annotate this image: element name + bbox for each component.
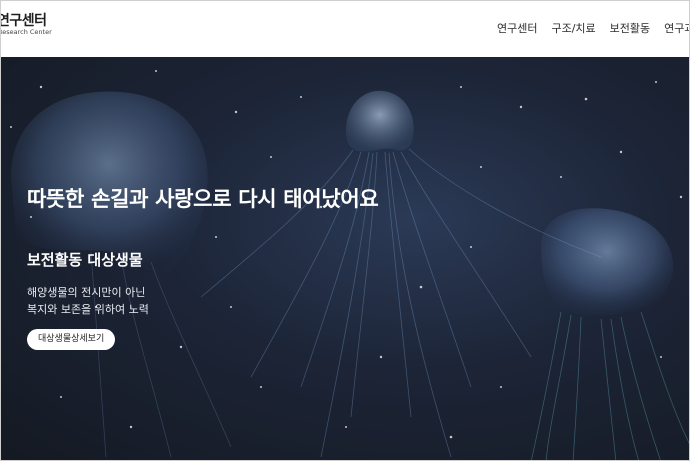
page-frame: 연구센터 Research Center 연구센터 구조/치료 보전활동 연구과… [0,0,690,461]
view-species-details-button[interactable]: 대상생물상세보기 [27,329,116,350]
main-nav: 연구센터 구조/치료 보전활동 연구과제 [497,20,689,36]
nav-item-research-center[interactable]: 연구센터 [497,20,537,36]
nav-item-research-projects[interactable]: 연구과제 [664,20,689,36]
logo-subtitle: Research Center [0,28,52,36]
nav-item-rescue-treatment[interactable]: 구조/치료 [551,20,595,36]
jellyfish-middle [346,90,414,152]
logo-title[interactable]: 연구센터 [1,10,47,30]
hero-banner: 따뜻한 손길과 사랑으로 다시 태어났어요 보전활동 대상생물 해양생물의 전시… [1,57,689,460]
hero-subtitle: 보전활동 대상생물 [27,251,143,269]
jellyfish-right [541,208,674,316]
hero-description-line-1: 해양생물의 전시만이 아닌 [27,286,146,299]
nav-item-conservation[interactable]: 보전활동 [610,20,650,36]
hero-headline: 따뜻한 손길과 사랑으로 다시 태어났어요 [27,187,379,211]
hero-description-line-2: 복지와 보존을 위하여 노력 [27,303,149,316]
site-header: 연구센터 Research Center 연구센터 구조/치료 보전활동 연구과… [0,1,689,57]
